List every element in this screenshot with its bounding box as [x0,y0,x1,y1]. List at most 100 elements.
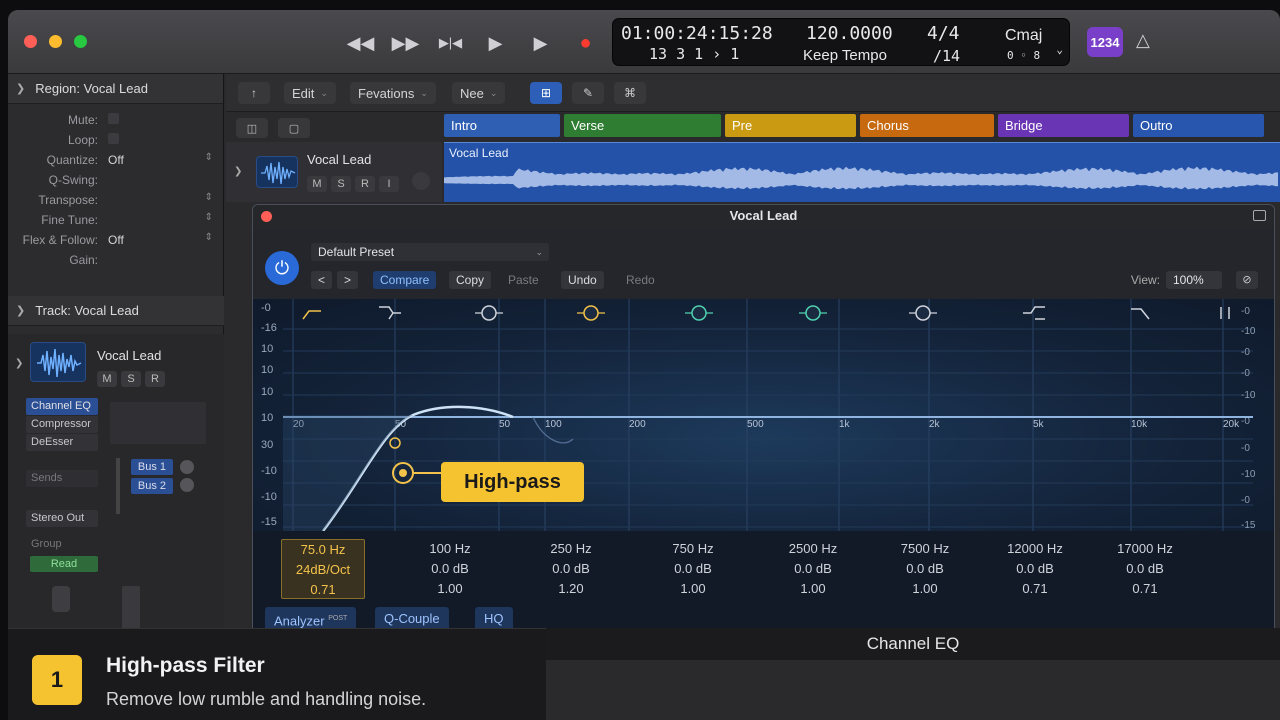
band-3-parameters[interactable]: 250 Hz 0.0 dB 1.20 [529,539,613,599]
band-q-value[interactable]: 0.71 [1103,579,1187,599]
audio-region[interactable]: Vocal Lead [444,142,1280,202]
region-inspector-header[interactable]: ❯ Region: Vocal Lead [8,74,223,104]
band-6-parameters[interactable]: 7500 Hz 0.0 dB 1.00 [883,539,967,599]
band-freq-value[interactable]: 7500 Hz [883,539,967,559]
compare-button[interactable]: Compare [373,271,437,289]
track-button-r[interactable]: R [145,371,165,387]
band-q-value[interactable]: 1.00 [883,579,967,599]
pencil-tool-button[interactable]: ✎ [572,82,604,104]
bell-band-icon[interactable] [799,305,827,321]
high-shelf-icon[interactable] [1023,306,1045,320]
bell-band-icon[interactable] [577,305,605,321]
bell-band-icon[interactable] [909,305,937,321]
region-param-checkbox[interactable] [108,113,119,124]
stepper-icon[interactable]: ⇕ [205,232,213,243]
library-toggle-button[interactable]: ◫ [236,118,268,138]
band-freq-value[interactable]: 750 Hz [651,539,735,559]
region-param-value[interactable]: Off [108,233,124,247]
band-gain-value[interactable]: 0.0 dB [408,559,492,579]
band-freq-value[interactable]: 250 Hz [529,539,613,559]
group-slot[interactable]: Group [26,536,98,553]
band-q-value[interactable]: 0.71 [282,580,364,600]
high-cut-icon[interactable] [1131,308,1150,320]
plugin-slot-deesser[interactable]: DeEsser [26,434,98,451]
preset-menu[interactable]: Default Preset ⌄ [311,243,549,261]
send-bus-2[interactable]: Bus 2 [131,478,173,494]
view-menu[interactable]: Nee ⌄ [452,82,506,104]
track-button-m[interactable]: M [307,176,327,192]
region-param-value[interactable]: Off [108,153,124,167]
band-gain-value[interactable]: 0.0 dB [883,559,967,579]
marker-pre[interactable]: Pre [725,114,856,137]
plugin-slot-compressor[interactable]: Compressor [26,416,98,433]
band-freq-value[interactable]: 2500 Hz [771,539,855,559]
functions-menu[interactable]: Fevations ⌄ [350,82,436,104]
track-button-i[interactable]: I [379,176,399,192]
band-freq-value[interactable]: 100 Hz [408,539,492,559]
undo-button[interactable]: Undo [561,271,604,289]
view-zoom-select[interactable]: 100% [1166,271,1222,289]
band-2-parameters[interactable]: 100 Hz 0.0 dB 1.00 [408,539,492,599]
back-button[interactable]: ↑ [238,82,270,104]
band-1-parameters[interactable]: 75.0 Hz 24dB/Oct 0.71 [281,539,365,599]
marker-chorus[interactable]: Chorus [860,114,994,137]
forward-button[interactable]: ▶▶ [383,28,428,58]
band-freq-value[interactable]: 17000 Hz [1103,539,1187,559]
band-q-value[interactable]: 1.00 [651,579,735,599]
band-freq-value[interactable]: 12000 Hz [993,539,1077,559]
redo-button[interactable]: Redo [619,271,662,289]
track-header[interactable]: ❯ Vocal Lead MSRI [226,142,442,202]
send-knob-1[interactable] [180,460,194,474]
close-plugin-button[interactable] [261,211,272,222]
play-button[interactable]: ▶ [473,28,518,58]
track-inspector-header[interactable]: ❯ Track: Vocal Lead [8,296,224,326]
global-tracks-button[interactable]: ▢ [278,118,310,138]
next-preset-button[interactable]: > [337,271,359,289]
previous-preset-button[interactable]: < [311,271,333,289]
automation-mode-button[interactable]: Read [30,556,98,572]
track-button-r[interactable]: R [355,176,375,192]
stepper-icon[interactable]: ⇕ [205,212,213,223]
band-freq-value[interactable]: 75.0 Hz [282,540,364,560]
edit-menu[interactable]: Edit ⌄ [284,82,336,104]
close-window-button[interactable] [24,35,37,48]
band-q-value[interactable]: 1.00 [771,579,855,599]
pan-knob[interactable] [52,586,70,612]
band-7-parameters[interactable]: 12000 Hz 0.0 dB 0.71 [993,539,1077,599]
stepper-icon[interactable]: ⇕ [205,192,213,203]
lcd-display[interactable]: 01:00:24:15:28 13 3 1 › 1 120.0000 Keep … [612,18,1070,66]
marker-verse[interactable]: Verse [564,114,721,137]
count-in-badge[interactable]: 1234 [1087,27,1123,57]
marker-bridge[interactable]: Bridge [998,114,1129,137]
eq-graph[interactable]: 20 50 50 100 200 500 1k 2k 5k 10k 20k -0 -16 10 10 10 1… [253,299,1274,531]
minimize-window-button[interactable] [49,35,62,48]
bell-band-icon[interactable] [685,305,713,321]
band-gain-value[interactable]: 0.0 dB [1103,559,1187,579]
marker-outro[interactable]: Outro [1133,114,1264,137]
send-bus-1[interactable]: Bus 1 [131,459,173,475]
tuner-icon[interactable]: △ [1136,30,1150,51]
band-q-value[interactable]: 1.20 [529,579,613,599]
band-gain-value[interactable]: 0.0 dB [771,559,855,579]
band-q-value[interactable]: 0.71 [993,579,1077,599]
gain-icon[interactable] [1220,307,1230,319]
track-button-m[interactable]: M [97,371,117,387]
copy-button[interactable]: Copy [449,271,492,289]
plugin-window-options-button[interactable] [1253,210,1266,221]
band-q-value[interactable]: 1.00 [408,579,492,599]
band-gain-value[interactable]: 0.0 dB [529,559,613,579]
track-button-s[interactable]: S [331,176,351,192]
rewind-button[interactable]: ◀◀ [338,28,383,58]
bypass-button[interactable]: ⏻ [265,251,299,285]
flex-tool-button[interactable]: ⌘ [614,82,646,104]
stepper-icon[interactable]: ⇕ [205,152,213,163]
band-gain-value[interactable]: 24dB/Oct [282,560,364,580]
track-volume-knob[interactable] [412,172,430,190]
link-button[interactable]: ⊘ [1236,271,1258,289]
band-8-parameters[interactable]: 17000 Hz 0.0 dB 0.71 [1103,539,1187,599]
plugin-slot-channel-eq[interactable]: Channel EQ [26,398,98,415]
catch-button[interactable]: ⊞ [530,82,562,104]
track-button-s[interactable]: S [121,371,141,387]
band-4-parameters[interactable]: 750 Hz 0.0 dB 1.00 [651,539,735,599]
record-button[interactable]: ● [563,28,608,58]
